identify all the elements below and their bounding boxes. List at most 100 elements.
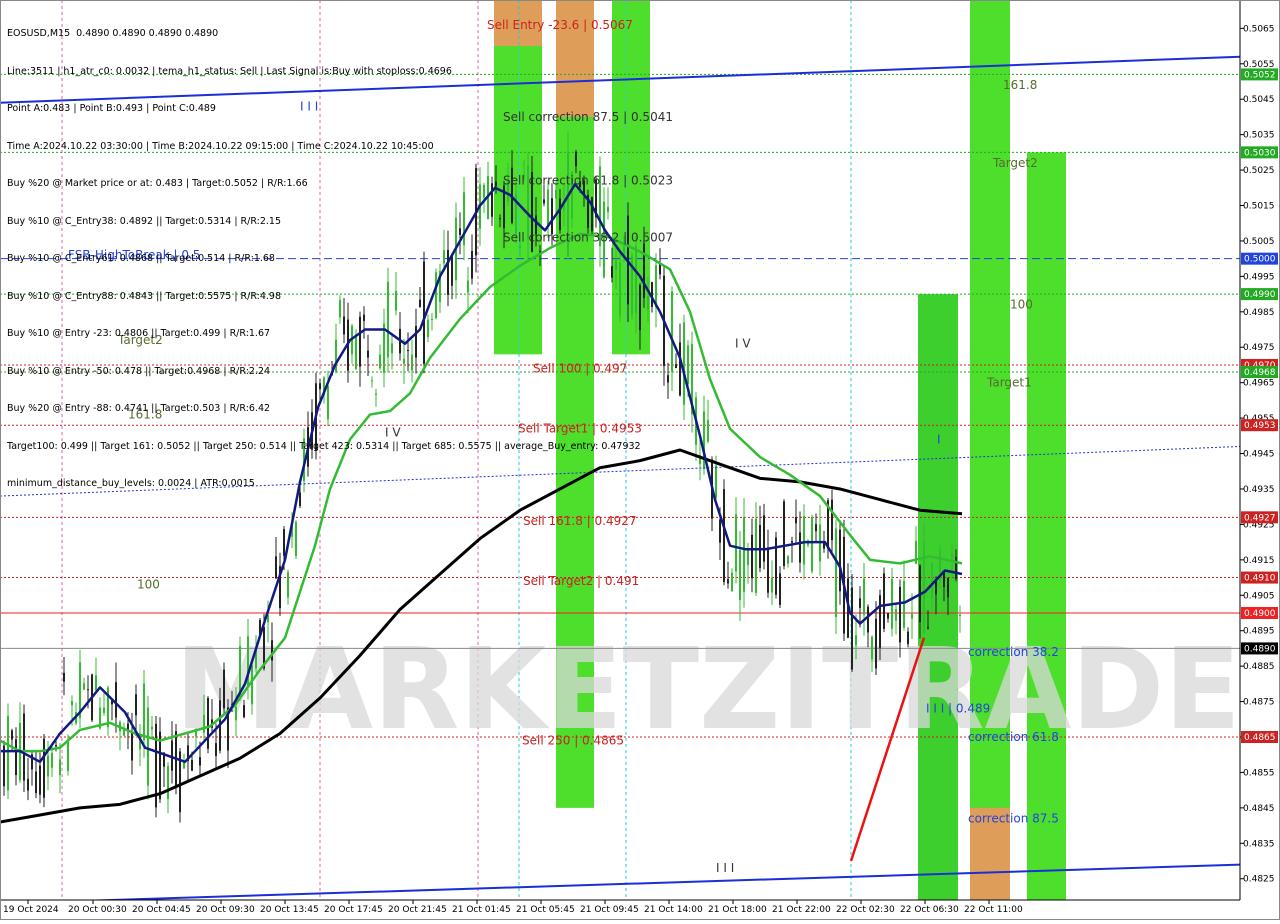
info-line: Buy %20 @ Entry -88: 0.4741 || Target:0.… — [7, 403, 271, 414]
candle-body — [871, 636, 873, 660]
chart-annotation: Sell 161.8 | 0.4927 — [523, 514, 637, 528]
candle-body — [147, 707, 149, 786]
candle-body — [831, 499, 833, 541]
candle-body — [15, 739, 17, 775]
y-tick-label: 0.5035 — [1243, 131, 1275, 141]
price-tag-label: 0.4865 — [1244, 733, 1276, 743]
x-tick-label: 22 Oct 11:00 — [964, 905, 1023, 915]
price-tag-label: 0.4910 — [1244, 574, 1276, 584]
candle-body — [131, 732, 133, 761]
candle-body — [71, 701, 73, 706]
price-tag-label: 0.5030 — [1244, 148, 1276, 158]
candle-body — [783, 501, 785, 567]
chart-annotation: correction 38.2 — [968, 645, 1059, 659]
candle-body — [47, 755, 49, 777]
info-line: Buy %10 @ Entry -50: 0.478 || Target:0.4… — [7, 365, 271, 377]
candle-body — [707, 420, 709, 442]
candle-body — [875, 618, 877, 669]
candle-body — [883, 573, 885, 629]
chart-annotation: correction 61.8 — [968, 730, 1059, 744]
candle-body — [887, 613, 889, 619]
y-tick-label: 0.4975 — [1243, 343, 1275, 353]
chart-annotation: I I I — [716, 861, 734, 875]
candle-body — [659, 264, 661, 275]
candle-body — [931, 562, 933, 599]
candle-body — [643, 243, 645, 299]
price-tag-label: 0.4890 — [1244, 644, 1276, 654]
candle-body — [83, 683, 85, 690]
price-tag-label: 0.4900 — [1244, 609, 1276, 619]
y-tick-label: 0.4995 — [1243, 272, 1275, 282]
candle-body — [903, 580, 905, 628]
candle-body — [815, 524, 817, 532]
info-line: Buy %10 @ C_Entry88: 0.4843 || Target:0.… — [7, 290, 282, 302]
candle-body — [51, 752, 53, 768]
info-panel: EOSUSD,M15 0.4890 0.4890 0.4890 0.4890 L… — [7, 3, 641, 503]
x-tick-label: 20 Oct 17:45 — [324, 905, 383, 915]
candle-body — [835, 528, 837, 617]
candle-body — [95, 675, 97, 691]
chart-annotation: Sell 250 | 0.4865 — [522, 734, 624, 748]
candle-body — [859, 598, 861, 608]
candle-body — [295, 521, 297, 556]
candle-body — [951, 553, 953, 559]
x-tick-label: 21 Oct 18:00 — [708, 905, 767, 915]
candle-body — [687, 345, 689, 385]
info-line: Time A:2024.10.22 03:30:00 | Time B:2024… — [7, 140, 434, 152]
candle-body — [755, 518, 757, 593]
candle-body — [759, 525, 761, 568]
info-line: Buy %10 @ C_Entry61: 0.4868 || Target:0.… — [7, 253, 275, 264]
candle-body — [235, 706, 237, 721]
candle-body — [863, 578, 865, 615]
chart-annotation: Sell Target2 | 0.491 — [523, 574, 639, 588]
candle-body — [747, 548, 749, 566]
candle-body — [735, 514, 737, 572]
x-tick-label: 22 Oct 02:30 — [836, 905, 895, 915]
candle-body — [251, 665, 253, 705]
candle-body — [947, 578, 949, 598]
chart-annotation: Target2 — [992, 156, 1038, 170]
watermark-text: MARKETZITRADE — [175, 625, 1241, 755]
candle-body — [867, 606, 869, 633]
x-tick-label: 20 Oct 04:45 — [132, 905, 191, 915]
chart-annotation: I I I | 0.489 — [926, 702, 990, 716]
x-tick-label: 20 Oct 09:30 — [196, 905, 255, 915]
candle-body — [7, 716, 9, 791]
price-tag-label: 0.4990 — [1244, 290, 1276, 300]
y-tick-label: 0.4855 — [1243, 768, 1275, 778]
x-tick-label: 21 Oct 22:00 — [772, 905, 831, 915]
info-line: minimum_distance_buy_levels: 0.0024 | AT… — [7, 478, 255, 489]
price-tag-label: 0.4927 — [1244, 513, 1276, 523]
y-tick-label: 0.5025 — [1243, 166, 1275, 176]
x-tick-label: 22 Oct 06:30 — [900, 905, 959, 915]
y-tick-label: 0.4985 — [1243, 308, 1275, 318]
candle-body — [35, 771, 37, 794]
candle-body — [215, 743, 217, 756]
y-tick-label: 0.5045 — [1243, 95, 1275, 105]
zone-bar — [1027, 152, 1066, 901]
candle-body — [115, 682, 117, 718]
y-tick-label: 0.4825 — [1243, 875, 1275, 885]
candle-body — [191, 759, 193, 771]
info-line: Target100: 0.499 || Target 161: 0.5052 |… — [7, 440, 641, 452]
candle-body — [959, 614, 961, 616]
y-tick-label: 0.4905 — [1243, 591, 1275, 601]
candle-body — [911, 613, 913, 619]
candle-body — [811, 517, 813, 572]
candle-body — [767, 548, 769, 593]
candle-body — [203, 714, 205, 733]
y-tick-label: 0.5015 — [1243, 202, 1275, 212]
candle-body — [719, 519, 721, 543]
x-tick-label: 21 Oct 01:45 — [452, 905, 511, 915]
candle-body — [943, 572, 945, 588]
chart-annotation: I V — [735, 337, 751, 351]
price-tag-label: 0.5052 — [1244, 70, 1276, 80]
x-tick-label: 20 Oct 13:45 — [260, 905, 319, 915]
candle-body — [879, 595, 881, 648]
candle-body — [927, 626, 929, 629]
price-tag-label: 0.4968 — [1244, 368, 1276, 378]
candle-body — [715, 465, 717, 499]
x-axis-panel — [0, 900, 1280, 920]
y-tick-label: 0.4915 — [1243, 556, 1275, 566]
candle-body — [895, 609, 897, 621]
